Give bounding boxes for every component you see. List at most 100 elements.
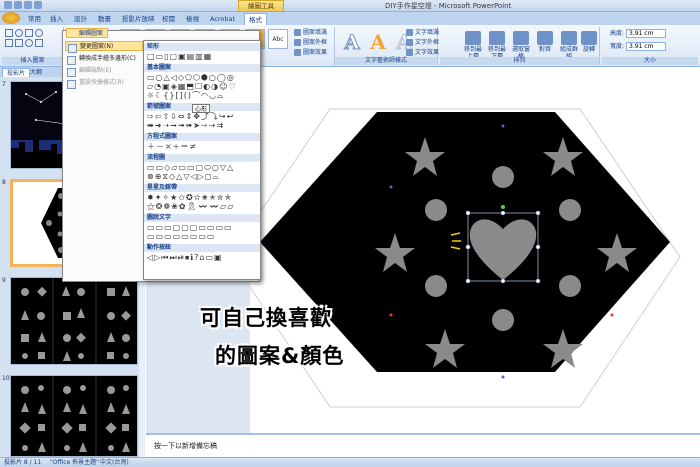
wordart-style-2[interactable]: A: [367, 31, 389, 53]
tab-design[interactable]: 設計: [70, 13, 91, 25]
change-shape-submenu: 矩形 □▭▯▢▣▤▥▦ 基本圖案 ▭○△◁◇⬠⬡⬢○◯◎ ▱◔▣◈▦⬒☐◐◑☺♡…: [143, 40, 261, 280]
shapes-grid-thumb-art-2: [11, 376, 137, 456]
hexagon-slide-art: [229, 108, 681, 408]
shape-line-icon[interactable]: [25, 29, 33, 37]
width-label: 寬度:: [610, 43, 625, 50]
edit-shape-button[interactable]: 編輯圖案: [66, 28, 108, 38]
shapes-row-action[interactable]: ◁▷⏮⏭⏯⏹ℹ?⌂▭▣: [147, 253, 257, 262]
shape-triangle-icon[interactable]: [5, 39, 13, 47]
shapes-row-basic-2[interactable]: ▱◔▣◈▦⬒☐◐◑☺♡: [147, 82, 257, 91]
shape-star-icon[interactable]: [25, 39, 33, 47]
wordart-style-1[interactable]: A: [341, 31, 363, 54]
shape-circle-icon[interactable]: [35, 29, 43, 37]
section-rectangles: 矩形: [144, 43, 260, 51]
shape-oval-icon[interactable]: [15, 29, 23, 37]
arrow-annotation: [325, 261, 347, 281]
slide-thumb-9[interactable]: [10, 277, 138, 365]
status-theme: "Office 佈景主題": [50, 459, 99, 466]
section-stars-banners: 星星及綵帶: [144, 184, 260, 192]
current-slide[interactable]: [229, 67, 700, 433]
rotate-label: 旋轉: [582, 46, 595, 53]
shape-fill-button[interactable]: 圖案填滿: [293, 28, 327, 37]
quick-access-toolbar[interactable]: [4, 1, 54, 11]
tab-slideshow[interactable]: 投影片放映: [118, 13, 159, 25]
shapes-row-rectangles[interactable]: □▭▯▢▣▤▥▦: [147, 52, 257, 61]
shape-outline-button[interactable]: 圖案外框: [293, 38, 327, 47]
tab-outline[interactable]: 大綱: [26, 68, 46, 77]
send-backward-button[interactable]: 移到最下層: [486, 31, 508, 60]
section-callouts: 圖說文字: [144, 214, 260, 222]
shapes-row-equation[interactable]: ＋－×÷＝≠: [147, 142, 257, 151]
rotate-button[interactable]: 旋轉: [578, 31, 600, 53]
slide-number-8: 8: [2, 179, 6, 186]
office-button[interactable]: [2, 12, 20, 24]
align-label: 對齊: [538, 46, 551, 53]
shapes-row-callouts-1[interactable]: ▭▭▭▢▢▢▭▭▭▭: [147, 223, 257, 232]
shapes-row-flowchart-2[interactable]: ⊗⊕⧖◇△▽◁▷◻⌓: [147, 172, 257, 181]
shape-style-abc[interactable]: Abc: [268, 29, 288, 49]
tab-review[interactable]: 校閱: [158, 13, 179, 25]
tab-home[interactable]: 常用: [24, 13, 45, 25]
height-row: 高度:: [610, 29, 667, 39]
tab-animations[interactable]: 動畫: [94, 13, 115, 25]
group-insert-shapes: 插入圖案: [2, 27, 64, 65]
shapes-row-basic-3[interactable]: ☼☾{}[]()⌒◠◡⌓: [147, 91, 257, 100]
slide-number-7: 7: [2, 81, 6, 88]
height-label: 高度:: [610, 30, 625, 37]
bring-forward-button[interactable]: 移到最上層: [462, 31, 484, 60]
annotation-line-2: 的圖案&顏色: [215, 344, 345, 368]
align-button[interactable]: 對齊: [534, 31, 556, 53]
group-label-wordart: 文字藝術師樣式: [335, 57, 437, 65]
title-bar: 繪圖工具 DIY手作星空燈 - Microsoft PowerPoint: [0, 0, 700, 12]
text-outline-button[interactable]: 文字外框: [405, 38, 439, 47]
tab-acrobat[interactable]: Acrobat: [206, 13, 239, 25]
tab-view[interactable]: 檢視: [182, 13, 203, 25]
width-row: 寬度:: [610, 42, 667, 52]
slide-thumb-10[interactable]: [10, 375, 138, 457]
shape-more-icon[interactable]: [35, 39, 43, 47]
notes-placeholder: 按一下以新增備忘稿: [154, 442, 217, 450]
menu-item-change-shape[interactable]: 變更圖案(N): [65, 41, 143, 53]
height-input[interactable]: [626, 29, 667, 38]
shapes-row-basic-1[interactable]: ▭○△◁◇⬠⬡⬢○◯◎: [147, 73, 257, 82]
group-icon: [561, 31, 577, 45]
send-backward-icon: [489, 31, 505, 45]
tab-insert[interactable]: 插入: [46, 13, 67, 25]
shapes-row-callouts-2[interactable]: ▭▭▭▭▭▭▭▭: [147, 232, 257, 241]
section-action-buttons: 動作按鈕: [144, 244, 260, 252]
shape-rect-icon[interactable]: [5, 29, 13, 37]
group-button[interactable]: 組成群組: [558, 31, 580, 60]
group-label-arrange: 排列: [440, 57, 599, 65]
menu-item-convert-freeform[interactable]: 轉換成手繪多邊形(C): [65, 54, 136, 65]
shapes-row-stars-1[interactable]: ✸✦✧★✩✪✫✬✭✮✯: [147, 193, 257, 202]
group-arrange: 移到最上層 移到最下層 選取窗格 對齊 組成群組 旋轉 排列: [440, 27, 600, 65]
ribbon-tabs: 常用 插入 設計 動畫 投影片放映 校閱 檢視 Acrobat 格式: [0, 12, 700, 25]
status-slide-count: 投影片 8 / 11: [4, 459, 42, 466]
notes-pane[interactable]: 按一下以新增備忘稿: [146, 433, 700, 457]
slide-number-9: 9: [2, 277, 6, 284]
selection-pane-button[interactable]: 選取窗格: [510, 31, 532, 60]
status-language: 中文(台灣): [100, 459, 129, 466]
shapes-row-arrows-2[interactable]: ➡➜➝➞➟➠➤⇾⇢⇉: [147, 121, 257, 130]
rotate-icon: [581, 31, 597, 45]
group-label-insert-shapes: 插入圖案: [2, 57, 63, 65]
menu-item-edit-points: 編輯端點(E): [65, 66, 111, 77]
annotation-line-1: 可自己換喜歡: [200, 306, 332, 330]
bring-forward-icon: [465, 31, 481, 45]
shape-effects-button[interactable]: 圖案效果: [293, 48, 327, 57]
text-effects-button[interactable]: 文字效果: [405, 48, 439, 57]
selection-pane-icon: [513, 31, 529, 45]
section-flowchart: 流程圖: [144, 154, 260, 162]
text-fill-button[interactable]: 文字填滿: [405, 28, 439, 37]
shapes-row-flowchart-1[interactable]: ▭▭◇▱▭▭▢⬭○▽△: [147, 163, 257, 172]
tab-format[interactable]: 格式: [244, 13, 267, 25]
status-bar: 投影片 8 / 11 "Office 佈景主題" 中文(台灣): [0, 457, 700, 467]
shape-arrow-icon[interactable]: [15, 39, 23, 47]
section-basic-shapes: 基本圖案: [144, 64, 260, 72]
shape-tooltip: 心形: [192, 104, 211, 113]
slide-number-10: 10: [2, 375, 10, 382]
align-icon: [537, 31, 553, 45]
group-label-size: 大小: [602, 57, 698, 65]
width-input[interactable]: [626, 42, 667, 51]
shapes-row-stars-2[interactable]: ⚝❂❁❀✿🎗〰〰▱▱: [147, 202, 257, 211]
